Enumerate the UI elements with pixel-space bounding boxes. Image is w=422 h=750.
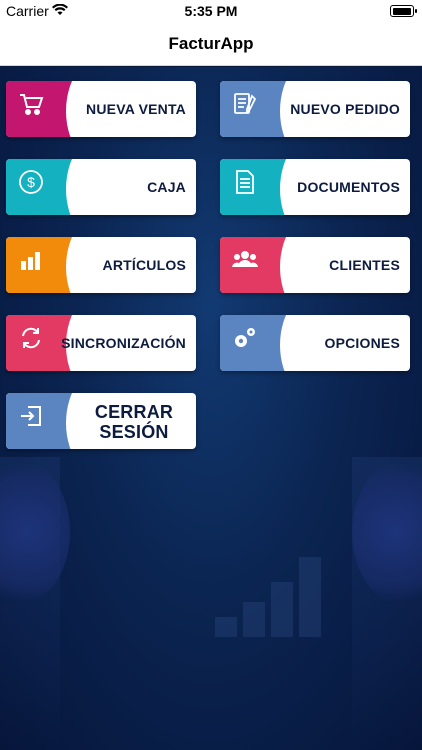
dollar-icon: $: [18, 169, 44, 195]
clientes-label: CLIENTES: [329, 257, 400, 273]
documentos-button[interactable]: DOCUMENTOS: [220, 159, 410, 215]
caja-button[interactable]: $ CAJA: [6, 159, 196, 215]
clock: 5:35 PM: [184, 3, 238, 19]
cerrar-sesion-button[interactable]: CERRAR SESIÓN: [6, 393, 196, 449]
document-icon: [232, 169, 258, 195]
nuevo-pedido-label: NUEVO PEDIDO: [290, 101, 400, 117]
documentos-label: DOCUMENTOS: [297, 179, 400, 195]
cerrar-sesion-label: CERRAR SESIÓN: [94, 402, 174, 442]
status-bar: Carrier 5:35 PM: [0, 0, 422, 22]
cart-icon: [18, 91, 44, 117]
clientes-button[interactable]: CLIENTES: [220, 237, 410, 293]
nueva-venta-button[interactable]: NUEVA VENTA: [6, 81, 196, 137]
battery-icon: [390, 5, 417, 17]
logout-icon: [18, 403, 44, 429]
svg-text:$: $: [27, 174, 35, 190]
background-chart-decoration: [215, 547, 335, 637]
sincronizacion-button[interactable]: SINCRONIZACIÓN: [6, 315, 196, 371]
users-icon: [232, 247, 258, 273]
checklist-icon: [232, 91, 258, 117]
opciones-button[interactable]: OPCIONES: [220, 315, 410, 371]
gears-icon: [232, 325, 258, 351]
nuevo-pedido-button[interactable]: NUEVO PEDIDO: [220, 81, 410, 137]
app-title: FacturApp: [168, 34, 254, 53]
main-menu: NUEVA VENTA NUEVO PEDIDO $ CAJA DOCUMENT…: [0, 67, 422, 750]
navigation-bar: FacturApp: [0, 22, 422, 66]
articulos-button[interactable]: ARTÍCULOS: [6, 237, 196, 293]
sincronizacion-label: SINCRONIZACIÓN: [61, 335, 186, 351]
articulos-label: ARTÍCULOS: [102, 257, 186, 273]
opciones-label: OPCIONES: [324, 335, 400, 351]
caja-label: CAJA: [147, 179, 186, 195]
nueva-venta-label: NUEVA VENTA: [86, 101, 186, 117]
sync-icon: [18, 325, 44, 351]
bars-icon: [18, 247, 44, 273]
